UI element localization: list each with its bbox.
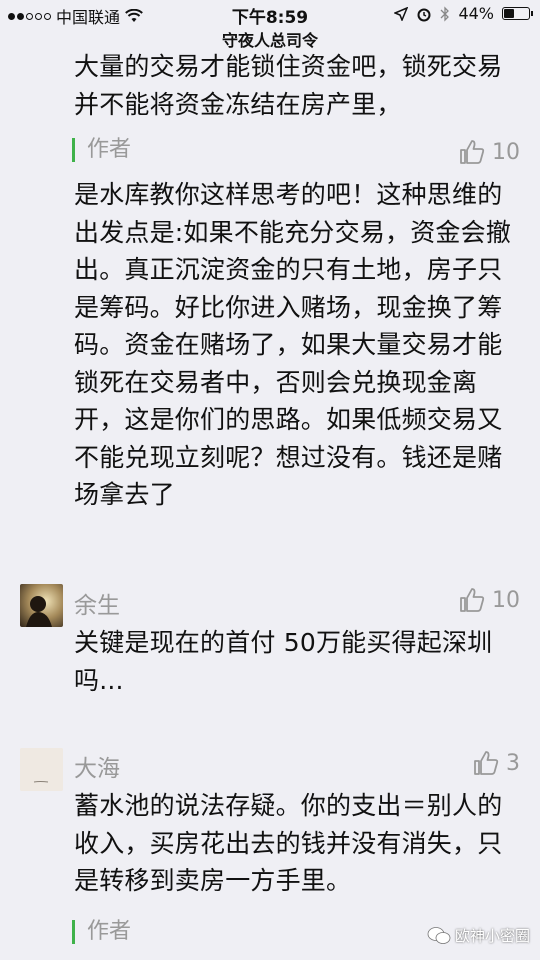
battery-percent: 44% xyxy=(458,4,494,23)
like-count: 3 xyxy=(506,750,520,776)
location-arrow-icon xyxy=(394,6,409,21)
like-button[interactable]: 3 xyxy=(472,749,520,777)
like-button[interactable]: 10 xyxy=(458,138,520,166)
avatar[interactable] xyxy=(20,584,63,627)
author-reply-header: 作者 10 xyxy=(0,132,540,176)
like-button[interactable]: 10 xyxy=(458,586,520,614)
bluetooth-icon xyxy=(440,5,450,22)
alarm-icon xyxy=(417,8,431,21)
status-bar: 中国联通 下午8:59 44% xyxy=(0,0,540,28)
comment-text: 大量的交易才能锁住资金吧，锁死交易 并不能将资金冻结在房产里， xyxy=(74,52,503,119)
avatar[interactable] xyxy=(20,748,63,791)
commenter-name[interactable]: 大海 xyxy=(74,749,120,783)
battery-fill xyxy=(504,9,515,18)
thumbs-up-icon xyxy=(460,140,485,164)
watermark-text: 欧神小密圈 xyxy=(454,927,530,945)
author-label: 作者 xyxy=(72,138,131,162)
like-count: 10 xyxy=(492,587,520,613)
watermark: 欧神小密圈 xyxy=(427,925,530,946)
comment-text: 蓄水池的说法存疑。你的支出＝别人的 收入，买房花出去的钱并没有消失，只 是转移到… xyxy=(74,791,503,895)
author-label: 作者 xyxy=(72,920,131,944)
comment-text: 是水库教你这样思考的吧！这种思维的 出发点是:如果不能充分交易，资金会撤 出。真… xyxy=(74,180,512,509)
commenter-name[interactable]: 余生 xyxy=(74,586,120,620)
comment-text: 关键是现在的首付 50万能买得起深圳 吗... xyxy=(74,628,493,695)
like-count: 10 xyxy=(492,139,520,165)
battery-icon xyxy=(502,7,533,20)
thumbs-up-icon xyxy=(460,588,485,612)
wechat-icon xyxy=(427,926,451,944)
thumbs-up-icon xyxy=(474,751,499,775)
